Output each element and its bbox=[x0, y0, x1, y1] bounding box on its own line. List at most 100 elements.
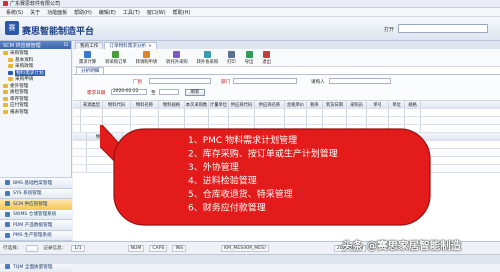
search-input[interactable] bbox=[398, 24, 488, 33]
status-record-value: 1/1 bbox=[71, 244, 85, 252]
buyer-field[interactable] bbox=[329, 78, 391, 84]
module-item[interactable]: BMS 基础档案管理 bbox=[0, 177, 72, 188]
highlight-callout: 1、PMC 物料需求计划管理 2、库存采购、按订单或生产计划管理3、外协管理 4、进… bbox=[100, 125, 431, 226]
grid-cell bbox=[405, 109, 421, 116]
folder-icon bbox=[3, 109, 8, 114]
grid-cell bbox=[159, 117, 185, 124]
menu-item[interactable]: 工具(T) bbox=[123, 9, 140, 16]
grid-header-cell[interactable]: 计量单位 bbox=[209, 101, 229, 108]
grid-cell bbox=[229, 117, 255, 124]
tree-item-label: 物料需求计划 bbox=[15, 69, 45, 76]
grid-header-cell[interactable] bbox=[73, 101, 81, 108]
menu-bar: 系统(S) 关于 功能面板 帮助(H) 编辑(E) 工具(T) 窗口(W) 帮助(H) bbox=[0, 8, 500, 17]
factory-field[interactable] bbox=[149, 78, 211, 84]
sidebar-header-label: SCM 供应链管理 bbox=[3, 42, 41, 49]
menu-item[interactable]: 帮助(H) bbox=[173, 9, 191, 16]
grid-cell bbox=[307, 109, 323, 116]
grid-header-cell[interactable]: 供应商代码 bbox=[229, 101, 255, 108]
menu-item[interactable]: 功能面板 bbox=[47, 9, 67, 16]
banner: 赛 赛思智能制造平台 打开 bbox=[0, 17, 500, 41]
buyer-label: 请购人 bbox=[311, 80, 325, 85]
module-icon bbox=[5, 211, 10, 217]
refresh-button[interactable]: 刷新 bbox=[185, 88, 205, 96]
grid-header-cell[interactable]: 物料名称 bbox=[131, 101, 159, 108]
grid-cell bbox=[73, 141, 87, 148]
toolbar-button[interactable]: 需求计算 bbox=[77, 50, 98, 65]
table-row[interactable] bbox=[73, 109, 500, 117]
brand-title: 赛思智能制造平台 bbox=[22, 27, 95, 37]
status-key: NUM bbox=[127, 244, 145, 252]
toolbar-button[interactable]: 导出 bbox=[243, 50, 256, 65]
folder-icon bbox=[3, 90, 8, 95]
tree-item[interactable]: 报表管理 bbox=[3, 109, 71, 116]
grid-cell bbox=[73, 109, 81, 116]
tab-analysis-detail[interactable]: 分析明细 bbox=[76, 67, 105, 74]
close-icon[interactable]: × bbox=[148, 44, 152, 49]
pin-icon[interactable]: ⊡ bbox=[64, 42, 68, 48]
status-select-label: 行选择： bbox=[3, 246, 22, 251]
status-key: INS bbox=[172, 244, 187, 252]
grid-header-cell[interactable] bbox=[73, 133, 87, 140]
status-key: CAPS bbox=[149, 244, 168, 252]
tab-item[interactable]: 我的工作 bbox=[75, 42, 104, 49]
grid-header-cell[interactable]: 来源类型 bbox=[81, 101, 103, 108]
dept-field[interactable] bbox=[233, 78, 297, 84]
grid-cell bbox=[389, 117, 405, 124]
module-item[interactable]: SCM 供应链管理 bbox=[0, 198, 72, 209]
grid-header-cell[interactable]: 本次采购数 bbox=[185, 101, 209, 108]
grid-cell bbox=[131, 109, 159, 116]
grid-cell bbox=[285, 117, 307, 124]
grid-cell bbox=[73, 125, 81, 132]
grid-header-cell[interactable]: 采购员 bbox=[347, 101, 367, 108]
sub-tab-strip: 分析明细 bbox=[73, 67, 500, 75]
tab-item[interactable]: 订单物料需求分析 × bbox=[104, 42, 158, 49]
grid-header-cell[interactable]: 规格 bbox=[405, 101, 421, 108]
module-label: SYS 系统管理 bbox=[13, 191, 42, 197]
module-item[interactable]: SWMS 仓储管理系统 bbox=[0, 208, 72, 219]
grid-header-cell[interactable]: 税率 bbox=[307, 101, 323, 108]
menu-item[interactable]: 窗口(W) bbox=[147, 9, 166, 16]
menu-item[interactable]: 帮助(H) bbox=[74, 9, 92, 16]
watermark-text: 头条 @赛思家居智能制造 bbox=[342, 240, 462, 252]
toolbar-button[interactable]: 转外协采购 bbox=[195, 50, 220, 65]
grid-header-cell[interactable]: 物料规格 bbox=[159, 101, 185, 108]
date-to-field[interactable] bbox=[159, 89, 179, 95]
toolbar-button[interactable]: 退出 bbox=[260, 50, 273, 65]
date-from-field[interactable]: 2020-02-22 bbox=[111, 89, 147, 95]
grid-cell bbox=[323, 117, 347, 124]
module-label: TQM 全面质量管理 bbox=[13, 264, 53, 270]
menu-item[interactable]: 编辑(E) bbox=[99, 9, 116, 16]
grid-header-cell[interactable]: 物料代码 bbox=[103, 101, 131, 108]
toolbar-button[interactable]: 转采购订单 bbox=[103, 50, 128, 65]
grid-header-cell[interactable]: 供应商名称 bbox=[255, 101, 285, 108]
folder-icon bbox=[3, 83, 8, 88]
grid-cell bbox=[255, 109, 285, 116]
module-item[interactable]: PMS 生产管理系统 bbox=[0, 229, 72, 240]
toolbar-button[interactable]: 打印 bbox=[225, 50, 238, 65]
grid-header-cell[interactable]: 单位 bbox=[389, 101, 405, 108]
sidebar: SCM 供应链管理 ⊡ 采购管理 基本资料 采购政策 物料需求计划 采购申请 委外管理 质检… bbox=[0, 41, 72, 272]
menu-item[interactable]: 关于 bbox=[30, 9, 40, 16]
module-tree: 采购管理 基本资料 采购政策 物料需求计划 采购申请 委外管理 质检管理 库存管理 应付管理 报表… bbox=[0, 49, 71, 115]
table-row[interactable] bbox=[73, 117, 500, 125]
tree-item-label: 库存管理 bbox=[10, 96, 29, 102]
module-icon bbox=[5, 232, 10, 238]
export-icon bbox=[245, 50, 253, 58]
folder-icon bbox=[3, 96, 8, 101]
request-icon bbox=[142, 50, 150, 58]
status-select-box[interactable] bbox=[26, 244, 39, 252]
grid-cell bbox=[73, 117, 81, 124]
grid-header-cell[interactable]: 到货日期 bbox=[323, 101, 347, 108]
module-item[interactable]: SYS 系统管理 bbox=[0, 187, 72, 198]
menu-item[interactable]: 系统(S) bbox=[6, 9, 23, 16]
toolbar-button[interactable]: 转请购申请 bbox=[134, 50, 159, 65]
brand-logo-icon: 赛 bbox=[5, 21, 19, 35]
callout-item: 4、进料检验管理 bbox=[188, 175, 257, 187]
grid-header-cell[interactable]: 含税单价 bbox=[285, 101, 307, 108]
toolbar-button[interactable]: 转托外采购 bbox=[164, 50, 189, 65]
calculate-icon bbox=[84, 50, 92, 58]
grid-header-cell[interactable]: 单号 bbox=[367, 101, 389, 108]
module-icon bbox=[5, 180, 10, 186]
module-item[interactable]: PDM 产品数据管理 bbox=[0, 219, 72, 230]
module-label: PDM 产品数据管理 bbox=[13, 222, 53, 228]
